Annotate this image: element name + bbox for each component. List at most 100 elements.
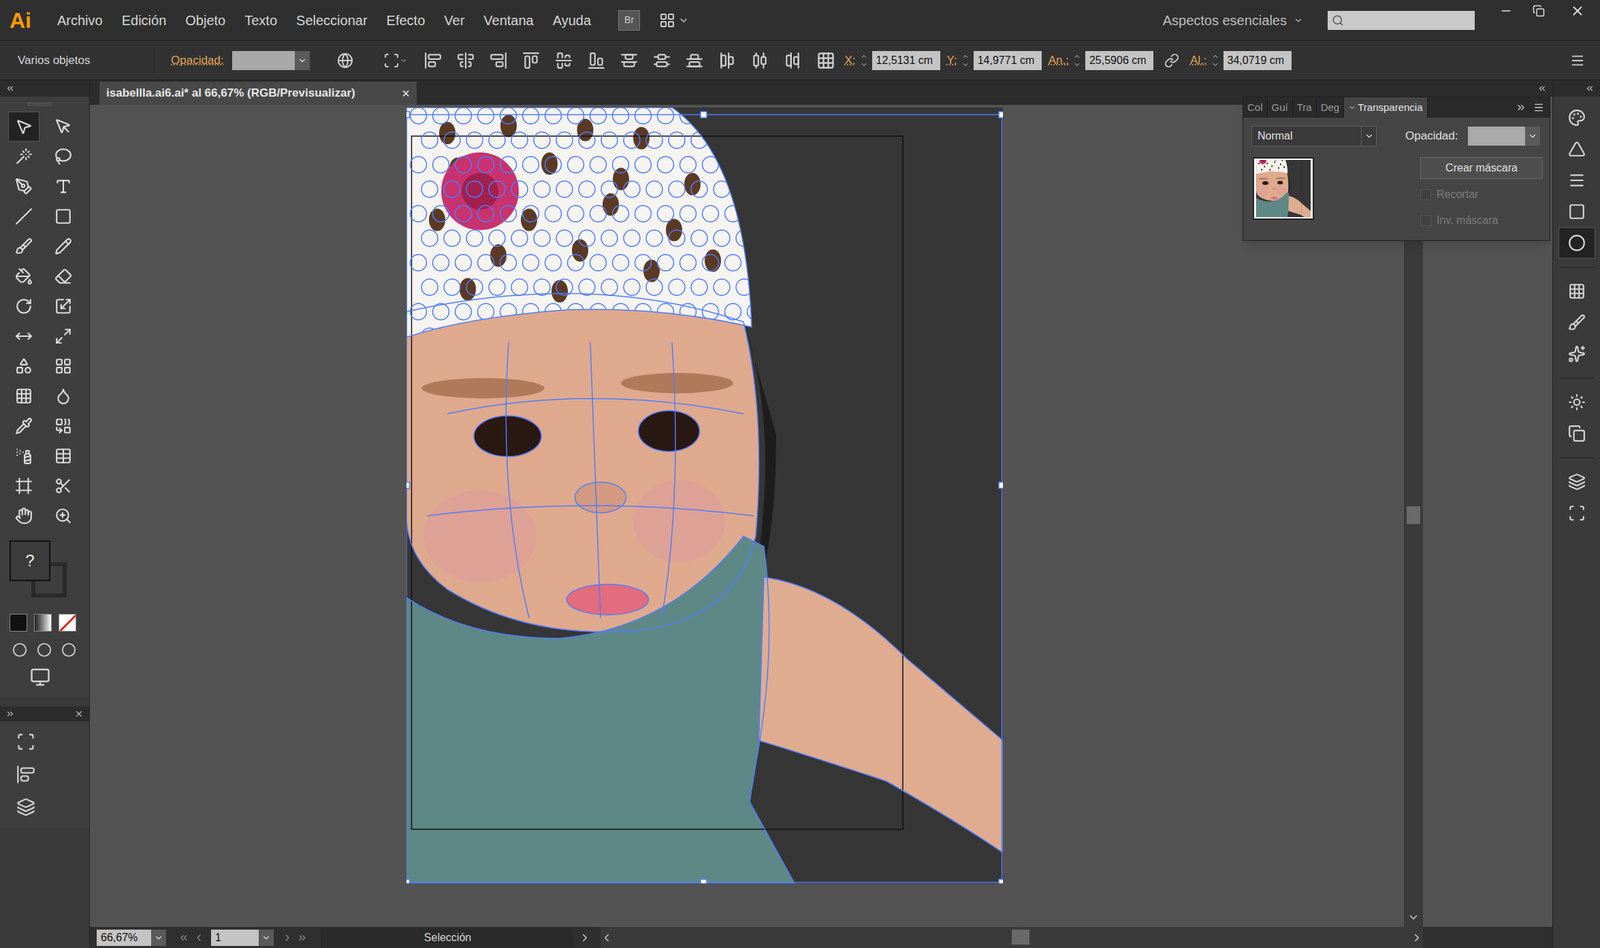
draw-normal-icon[interactable] — [12, 642, 28, 658]
opacity-field[interactable] — [1467, 126, 1526, 146]
tool-button[interactable] — [47, 141, 79, 172]
none-mode-button[interactable] — [58, 614, 77, 632]
fill-swatch[interactable]: ? — [9, 540, 51, 582]
tool-button[interactable] — [8, 471, 40, 502]
tool-button[interactable] — [8, 351, 40, 382]
align-button[interactable] — [652, 51, 671, 70]
panel-menu-icon[interactable] — [1533, 102, 1545, 114]
align-button[interactable] — [718, 51, 736, 70]
canvas[interactable] — [89, 104, 1404, 928]
artboards-icon[interactable] — [16, 732, 36, 752]
menu-item[interactable]: Ver — [443, 10, 465, 31]
align-button[interactable] — [620, 51, 638, 70]
restore-button[interactable] — [1522, 0, 1556, 22]
artwork[interactable] — [406, 107, 1003, 884]
menu-item[interactable]: Texto — [244, 10, 278, 31]
panel-tab[interactable]: Deg — [1316, 97, 1345, 118]
panel-tab[interactable]: Transparencia — [1344, 97, 1428, 118]
menu-item[interactable]: Seleccionar — [296, 10, 368, 31]
dock-panel-button[interactable] — [1558, 307, 1596, 339]
scroll-thumb[interactable] — [1011, 930, 1030, 946]
tool-button[interactable] — [47, 321, 79, 352]
recolor-button[interactable] — [337, 52, 354, 69]
align-button[interactable] — [489, 51, 508, 70]
opacity-dropdown[interactable] — [294, 51, 310, 71]
coordinate-field[interactable]: 25,5906 cm — [1085, 51, 1154, 71]
tool-button[interactable] — [8, 261, 40, 292]
dock-panel-button[interactable] — [1558, 102, 1596, 134]
dock-panel-button[interactable] — [1558, 466, 1596, 498]
close-button[interactable] — [1555, 0, 1600, 22]
expand-dock-icon[interactable] — [1585, 83, 1595, 94]
menu-item[interactable]: Ventana — [483, 10, 534, 31]
tool-button[interactable] — [8, 381, 40, 412]
panel-tab[interactable]: Col — [1243, 97, 1268, 118]
pathfinder-icon[interactable] — [16, 797, 36, 818]
tool-button[interactable] — [47, 291, 79, 322]
menu-item[interactable]: Archivo — [57, 10, 103, 31]
expand-icon[interactable] — [5, 709, 15, 719]
dock-panel-button[interactable] — [1558, 133, 1596, 165]
tool-button[interactable] — [8, 501, 40, 532]
dock-panel-button[interactable] — [1558, 338, 1596, 370]
menu-item[interactable]: Edición — [121, 10, 167, 31]
next-page-icon[interactable] — [281, 932, 293, 944]
tool-button[interactable] — [47, 381, 79, 412]
dock-panel-button[interactable] — [1558, 164, 1596, 197]
menu-item[interactable]: Efecto — [386, 10, 426, 31]
align-button[interactable] — [685, 51, 704, 70]
horizontal-scrollbar[interactable] — [600, 927, 1423, 948]
tool-button[interactable] — [47, 471, 79, 502]
tool-button[interactable] — [8, 141, 40, 172]
tool-button[interactable] — [47, 261, 79, 292]
coordinate-field[interactable]: 34,0719 cm — [1223, 51, 1292, 71]
make-mask-button[interactable]: Crear máscara — [1420, 157, 1543, 180]
tool-button[interactable] — [47, 171, 79, 202]
color-mode-button[interactable] — [9, 614, 28, 632]
reference-point-button[interactable] — [816, 51, 836, 71]
bridge-button[interactable]: Br — [618, 10, 640, 31]
tool-button[interactable] — [8, 111, 40, 142]
opacity-link[interactable]: Opacidad: — [170, 51, 224, 70]
stepper[interactable] — [961, 52, 970, 69]
scroll-thumb[interactable] — [1406, 506, 1421, 525]
tool-button[interactable] — [47, 501, 79, 532]
dock-panel-button[interactable] — [1558, 275, 1596, 308]
align-button[interactable] — [424, 51, 442, 70]
scroll-down-icon[interactable] — [1407, 911, 1420, 924]
align-button[interactable] — [750, 51, 769, 70]
gradient-mode-button[interactable] — [34, 614, 52, 632]
menu-item[interactable]: Ayuda — [552, 10, 591, 31]
scroll-right-icon[interactable] — [1410, 932, 1423, 945]
workspace-switcher[interactable]: Aspectos esenciales — [1162, 10, 1304, 31]
blend-mode-select[interactable]: Normal — [1251, 125, 1377, 147]
align-button[interactable] — [554, 51, 573, 70]
tool-button[interactable] — [8, 231, 40, 262]
status-menu-icon[interactable] — [578, 932, 591, 945]
draw-inside-icon[interactable] — [61, 642, 77, 658]
select-similar-button[interactable] — [383, 52, 408, 69]
document-tab[interactable]: isabellla.ai6.ai* al 66,67% (RGB/Previsu… — [99, 81, 417, 105]
search-field[interactable] — [1327, 10, 1475, 30]
coordinate-field[interactable]: 12,5131 cm — [872, 51, 941, 71]
dock-panel-button[interactable] — [1558, 196, 1596, 228]
object-thumbnail[interactable] — [1252, 157, 1315, 220]
constrain-proportions-button[interactable] — [1164, 53, 1180, 69]
tool-button[interactable] — [8, 321, 40, 352]
tool-button[interactable] — [47, 111, 79, 142]
align-panel-icon[interactable] — [16, 765, 36, 785]
last-page-icon[interactable] — [296, 932, 308, 944]
panel-tab[interactable]: Tra — [1292, 97, 1317, 118]
dock-panel-button[interactable] — [1558, 497, 1596, 530]
page-field[interactable]: 1 — [211, 930, 259, 947]
tool-button[interactable] — [8, 441, 40, 472]
close-panel-icon[interactable] — [74, 709, 84, 719]
panel-collapse-icon[interactable] — [1515, 102, 1527, 114]
arrange-documents-button[interactable] — [659, 12, 690, 29]
tool-button[interactable] — [8, 171, 40, 202]
prev-page-icon[interactable] — [193, 932, 205, 944]
tool-button[interactable] — [8, 201, 40, 232]
coordinate-field[interactable]: 14,9771 cm — [973, 51, 1042, 71]
align-button[interactable] — [456, 51, 475, 70]
zoom-field[interactable]: 66,67% — [96, 930, 152, 947]
